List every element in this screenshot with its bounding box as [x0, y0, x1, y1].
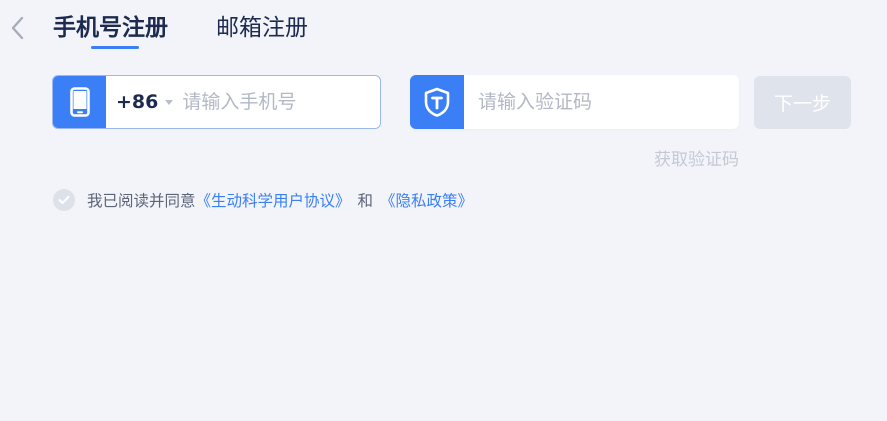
user-agreement-link[interactable]: 《生动科学用户协议》 [196, 192, 351, 210]
phone-icon-box [53, 76, 106, 128]
next-step-button[interactable]: 下一步 [754, 76, 851, 129]
agreement-conjunction: 和 [357, 192, 374, 210]
phone-field: +86 [52, 75, 381, 129]
shield-icon-box [410, 75, 464, 129]
phone-icon [69, 87, 90, 117]
check-icon [58, 195, 70, 204]
phone-input[interactable] [182, 76, 380, 128]
tab-email-register[interactable]: 邮箱注册 [216, 12, 308, 44]
back-button[interactable] [6, 14, 28, 42]
verification-code-field [410, 75, 739, 129]
get-verification-code-link[interactable]: 获取验证码 [654, 145, 739, 170]
chevron-left-icon [11, 16, 24, 40]
caret-down-icon [165, 100, 174, 105]
country-code-selector[interactable]: +86 [116, 91, 174, 113]
active-tab-indicator [91, 46, 139, 49]
verification-code-input[interactable] [478, 75, 728, 129]
shield-t-icon [424, 87, 450, 117]
agreement-prefix: 我已阅读并同意 [87, 192, 196, 210]
agreement-text: 我已阅读并同意《生动科学用户协议》和《隐私政策》 [87, 189, 473, 211]
agreement-checkbox[interactable] [53, 189, 75, 211]
privacy-policy-link[interactable]: 《隐私政策》 [380, 192, 473, 210]
tab-phone-register[interactable]: 手机号注册 [53, 12, 168, 44]
country-code: +86 [116, 91, 159, 113]
agreement-row: 我已阅读并同意《生动科学用户协议》和《隐私政策》 [53, 189, 473, 211]
